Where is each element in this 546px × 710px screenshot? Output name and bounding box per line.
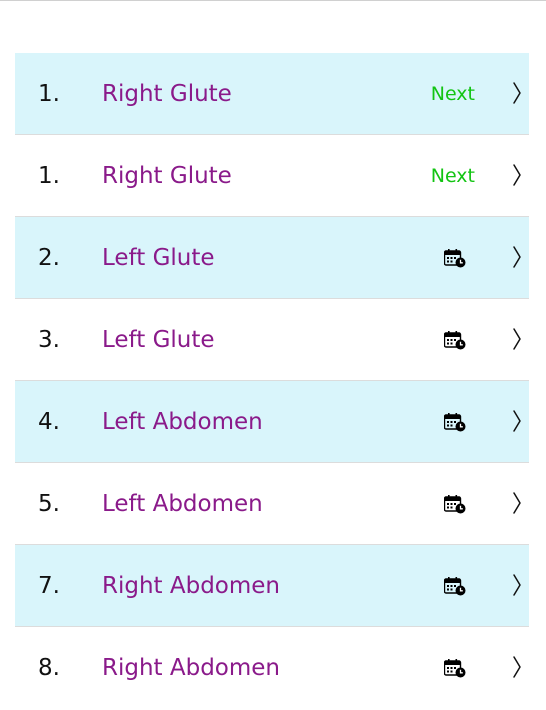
injection-site-screen: 1. Right Glute Next 1. Right Glute Next 2. Left… xyxy=(0,0,546,710)
site-row-number: 8. xyxy=(38,655,60,681)
calendar-clock-icon xyxy=(443,331,466,350)
site-row-label: Right Glute xyxy=(102,163,232,189)
site-row[interactable]: 7. Right Abdomen xyxy=(15,545,529,627)
site-row-label: Left Glute xyxy=(102,245,215,271)
site-row-number: 5. xyxy=(38,491,60,517)
chevron-right-icon xyxy=(512,327,522,351)
next-status-label: Next xyxy=(430,165,475,187)
calendar-clock-icon xyxy=(443,495,466,514)
chevron-right-icon xyxy=(512,491,522,515)
site-row-label: Right Abdomen xyxy=(102,655,281,681)
chevron-right-icon xyxy=(512,245,522,269)
site-row[interactable]: 2. Left Glute xyxy=(15,217,529,299)
site-row-number: 2. xyxy=(38,245,60,271)
top-divider xyxy=(0,0,546,1)
site-row-number: 7. xyxy=(38,573,60,599)
calendar-clock-icon xyxy=(443,413,466,432)
chevron-right-icon xyxy=(512,655,522,679)
site-row-label: Left Abdomen xyxy=(102,491,263,517)
site-row[interactable]: 4. Left Abdomen xyxy=(15,381,529,463)
site-row-number: 1. xyxy=(38,81,60,107)
site-row[interactable]: 1. Right Glute Next xyxy=(15,53,529,135)
calendar-clock-icon xyxy=(443,249,466,268)
injection-site-list: 1. Right Glute Next 1. Right Glute Next 2. Left… xyxy=(15,53,529,709)
site-row[interactable]: 1. Right Glute Next xyxy=(15,135,529,217)
calendar-clock-icon xyxy=(443,659,466,678)
site-row-number: 3. xyxy=(38,327,60,353)
site-row-number: 1. xyxy=(38,163,60,189)
site-row-label: Left Glute xyxy=(102,327,215,353)
chevron-right-icon xyxy=(512,81,522,105)
next-status-label: Next xyxy=(430,83,475,105)
site-row[interactable]: 8. Right Abdomen xyxy=(15,627,529,709)
site-row-label: Right Glute xyxy=(102,81,232,107)
site-row[interactable]: 5. Left Abdomen xyxy=(15,463,529,545)
chevron-right-icon xyxy=(512,573,522,597)
chevron-right-icon xyxy=(512,409,522,433)
site-row[interactable]: 3. Left Glute xyxy=(15,299,529,381)
site-row-label: Right Abdomen xyxy=(102,573,281,599)
calendar-clock-icon xyxy=(443,577,466,596)
site-row-number: 4. xyxy=(38,409,60,435)
site-row-label: Left Abdomen xyxy=(102,409,263,435)
chevron-right-icon xyxy=(512,163,522,187)
